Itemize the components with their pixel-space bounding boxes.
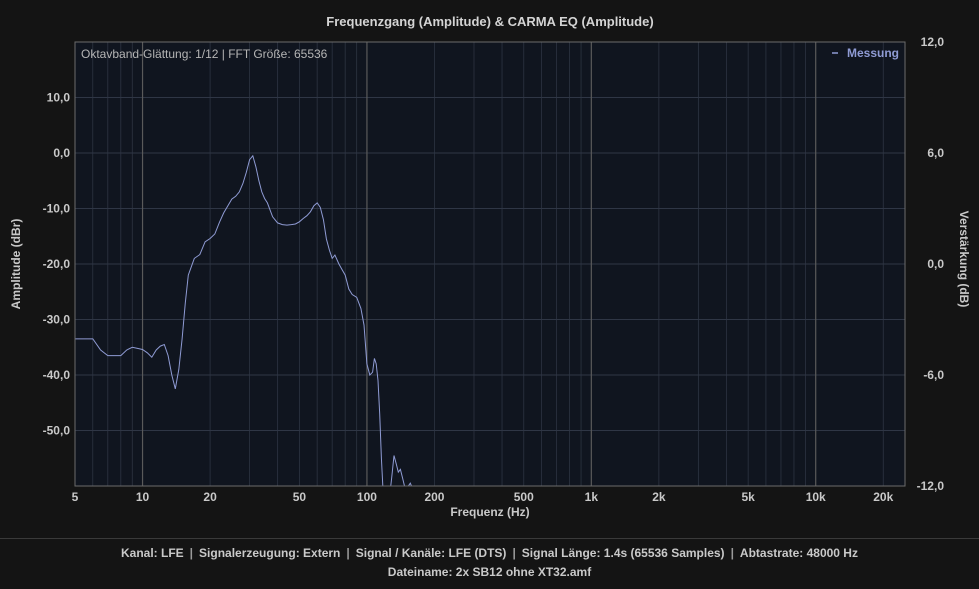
x-tick-label: 10	[136, 490, 150, 504]
x-axis-label: Frequenz (Hz)	[450, 505, 529, 519]
status-footer: Kanal: LFE | Signalerzeugung: Extern | Signa…	[0, 538, 979, 589]
frequency-response-chart: Frequenzgang (Amplitude) & CARMA EQ (Amp…	[9, 14, 971, 519]
x-tick-label: 5	[72, 490, 79, 504]
x-tick-label: 1k	[585, 490, 599, 504]
y-tick-labels: 10,0 0,0 -10,0 -20,0 -30,0 -40,0 -50,0	[43, 91, 71, 438]
footer-filename-line: Dateiname: 2x SB12 ohne XT32.amf	[0, 563, 979, 582]
footer-info-line: Kanal: LFE | Signalerzeugung: Extern | Signa…	[121, 546, 858, 560]
y-tick-label: -40,0	[43, 368, 71, 382]
y2-tick-labels: 12,0 6,0 0,0 -6,0 -12,0	[917, 35, 945, 493]
y-tick-label: -10,0	[43, 202, 71, 216]
footer-abtastrate: Abtastrate: 48000 Hz	[739, 546, 858, 560]
x-tick-label: 20k	[873, 490, 893, 504]
y-tick-label: 10,0	[47, 91, 71, 105]
footer-signal-laenge: Signal Länge: 1.4s (65536 Samples)	[521, 546, 725, 560]
x-tick-label: 100	[357, 490, 377, 504]
smoothing-annotation: Oktavband-Glättung: 1/12 | FFT Größe: 65…	[81, 47, 328, 61]
legend-label-messung: Messung	[847, 46, 899, 60]
x-tick-label: 50	[293, 490, 307, 504]
y2-axis-label: Verstärkung (dB)	[957, 211, 971, 308]
x-tick-label: 10k	[806, 490, 826, 504]
y2-tick-label: 0,0	[927, 257, 944, 271]
y2-tick-label: 12,0	[921, 35, 945, 49]
x-tick-label: 500	[514, 490, 534, 504]
y2-tick-label: -6,0	[923, 368, 944, 382]
footer-kanal: Kanal: LFE	[121, 546, 184, 560]
y-tick-label: -20,0	[43, 257, 71, 271]
y-tick-label: -30,0	[43, 313, 71, 327]
x-tick-label: 5k	[741, 490, 755, 504]
footer-dateiname: Dateiname: 2x SB12 ohne XT32.amf	[387, 565, 592, 579]
y2-tick-label: 6,0	[927, 146, 944, 160]
chart-title: Frequenzgang (Amplitude) & CARMA EQ (Amp…	[326, 14, 653, 29]
x-tick-label: 2k	[652, 490, 666, 504]
footer-signal-kanaele: Signal / Kanäle: LFE (DTS)	[355, 546, 507, 560]
y-tick-label: 0,0	[53, 146, 70, 160]
x-tick-label: 200	[424, 490, 444, 504]
x-tick-labels: 5 10 20 50 100 200 500 1k 2k 5k 10k 20k	[72, 490, 894, 504]
footer-signalerzeugung: Signalerzeugung: Extern	[199, 546, 341, 560]
y-axis-label: Amplitude (dBr)	[9, 219, 23, 310]
x-tick-label: 20	[203, 490, 217, 504]
y-tick-label: -50,0	[43, 424, 71, 438]
y2-tick-label: -12,0	[917, 479, 945, 493]
